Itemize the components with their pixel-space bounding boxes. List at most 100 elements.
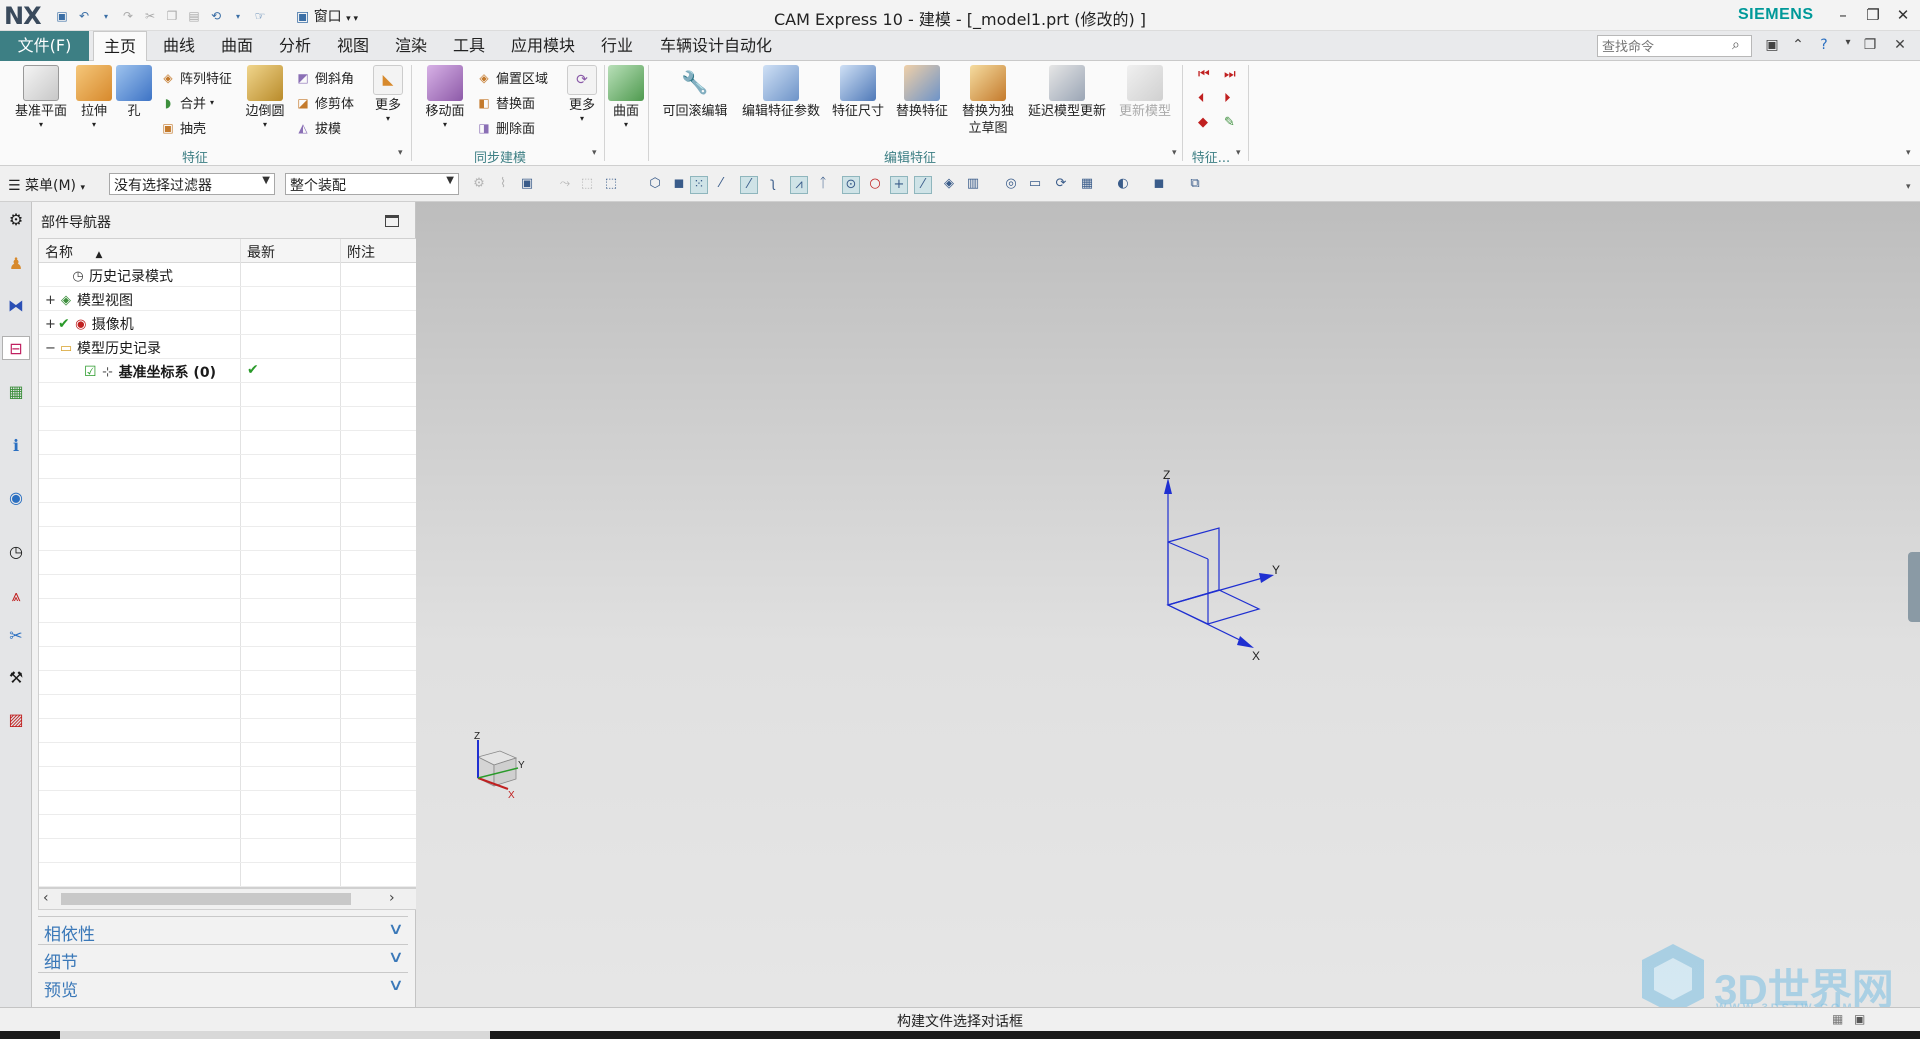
endpoint-icon[interactable]: ⁄: [712, 176, 730, 194]
navigator-row[interactable]: + ◈ 模型视图: [39, 287, 437, 311]
next-feature-icon[interactable]: ⏵: [1224, 91, 1231, 106]
previous-feature-icon[interactable]: ⏴: [1198, 91, 1205, 106]
chamfer-button[interactable]: ◩ 倒斜角: [295, 68, 354, 88]
visibility-checkbox[interactable]: ✔: [58, 316, 70, 332]
paste-icon[interactable]: ▤: [184, 6, 204, 26]
tab-tools[interactable]: 工具: [443, 31, 495, 61]
fit-view-icon[interactable]: ◎: [1002, 176, 1020, 194]
cut-icon[interactable]: ✂: [140, 6, 160, 26]
feature-dimension-button[interactable]: 特征尺寸: [830, 65, 886, 120]
visibility-checkbox[interactable]: ☑: [84, 364, 97, 380]
manufacturing-wizard-icon[interactable]: ✂: [4, 624, 28, 648]
selection-scope-select[interactable]: 整个装配 ▼: [285, 173, 459, 195]
navigator-row[interactable]: ☑ ⊹ 基准坐标系 (0) ✔: [39, 359, 437, 383]
rectangle-select-icon[interactable]: ⬚: [602, 176, 620, 194]
right-edge-handle[interactable]: [1908, 552, 1920, 622]
tab-render[interactable]: 渲染: [385, 31, 437, 61]
orient-view-icon[interactable]: ▦: [1078, 176, 1096, 194]
midpoint-icon[interactable]: ⁄: [740, 176, 758, 194]
unite-button[interactable]: ◗ 合并 ▾: [160, 93, 214, 113]
preview-panel[interactable]: 预览 ∨: [38, 972, 408, 1001]
column-notes[interactable]: 附注: [347, 242, 375, 262]
zoom-icon[interactable]: ▭: [1026, 176, 1044, 194]
column-latest[interactable]: 最新: [247, 242, 275, 262]
tab-analysis[interactable]: 分析: [269, 31, 321, 61]
tab-application[interactable]: 应用模块: [501, 31, 585, 61]
repeat-command-icon[interactable]: ⟲: [206, 6, 226, 26]
history-icon[interactable]: ◷: [4, 540, 28, 564]
general-selection-icon[interactable]: ⌇: [494, 176, 512, 194]
constraint-navigator-icon[interactable]: ⧓: [4, 294, 28, 318]
graphics-window[interactable]: Z Y X Z Y X: [416, 202, 1920, 1007]
column-name[interactable]: 名称 ▲: [45, 242, 102, 262]
rotate-icon[interactable]: ⟳: [1052, 176, 1070, 194]
part-navigator-icon[interactable]: ⊟: [2, 336, 30, 360]
delete-face-button[interactable]: ◨ 删除面: [476, 118, 535, 138]
arc-center-icon[interactable]: ᛏ: [814, 176, 832, 194]
search-icon[interactable]: ⌕: [1732, 37, 1740, 53]
minimize-button[interactable]: –: [1830, 3, 1856, 27]
point-on-face-icon[interactable]: ⁄: [914, 176, 932, 194]
restore-window-icon[interactable]: ❐: [1860, 37, 1880, 57]
edge-blend-button[interactable]: 边倒圆 ▾: [240, 65, 290, 129]
command-search-input[interactable]: [1597, 35, 1752, 57]
circle-center-icon[interactable]: ⊙: [842, 176, 860, 194]
scrollbar-thumb[interactable]: [61, 893, 351, 905]
existing-point-icon[interactable]: ▥: [964, 176, 982, 194]
navigator-row[interactable]: − ▭ 模型历史记录: [39, 335, 437, 359]
delay-update-button[interactable]: 延迟模型更新: [1024, 65, 1110, 120]
hd3d-tools-icon[interactable]: ℹ: [4, 434, 28, 458]
gear-icon[interactable]: ⚙: [4, 208, 28, 232]
tab-vehicle-design[interactable]: 车辆设计自动化: [650, 31, 782, 61]
repeat-dropdown-icon[interactable]: ▾: [228, 6, 248, 26]
type-filter-select[interactable]: 没有选择过滤器 ▼: [109, 173, 275, 195]
select-solid-icon[interactable]: ◼: [670, 176, 688, 194]
expand-toggle-icon[interactable]: +: [45, 293, 56, 308]
shaded-icon[interactable]: ◼: [1150, 176, 1168, 194]
web-browser-icon[interactable]: ◉: [4, 486, 28, 510]
first-feature-icon[interactable]: ⏮: [1198, 67, 1210, 82]
help-icon[interactable]: ?: [1814, 37, 1834, 57]
select-faces-icon[interactable]: ⬚: [578, 176, 596, 194]
replace-with-sketch-button[interactable]: 替换为独 立草图: [958, 65, 1018, 137]
main-menu-button[interactable]: ☰ 菜单(M) ▾: [8, 175, 85, 195]
sync-more-button[interactable]: ⟳ 更多 ▾: [564, 65, 600, 123]
rollback-edit-button[interactable]: 🔧 可回滚编辑: [660, 65, 730, 120]
bounded-grid-icon[interactable]: ◈: [940, 176, 958, 194]
horizontal-scrollbar[interactable]: ‹ ›: [38, 888, 438, 910]
surface-button[interactable]: 曲面 ▾: [608, 65, 644, 129]
tab-home[interactable]: 主页: [93, 31, 148, 62]
save-icon[interactable]: ▣: [52, 6, 72, 26]
touch-mode-icon[interactable]: ☞: [250, 6, 270, 26]
move-face-button[interactable]: 移动面 ▾: [420, 65, 470, 129]
expand-toggle-icon[interactable]: −: [45, 341, 56, 356]
shell-button[interactable]: ▣ 抽壳: [160, 118, 206, 138]
draft-button[interactable]: ◭ 拔模: [295, 118, 341, 138]
roles-icon[interactable]: ⚒: [4, 666, 28, 690]
close-button[interactable]: ✕: [1890, 3, 1916, 27]
tab-surface[interactable]: 曲面: [211, 31, 263, 61]
tab-view[interactable]: 视图: [327, 31, 379, 61]
edit-feature-dropdown-icon[interactable]: ▾: [1172, 148, 1177, 158]
feature-group-dropdown-icon[interactable]: ▾: [398, 148, 403, 158]
extrude-button[interactable]: 拉伸 ▾: [74, 65, 114, 129]
maximize-panel-icon[interactable]: [385, 215, 399, 227]
tab-curve[interactable]: 曲线: [153, 31, 205, 61]
collapse-ribbon-icon[interactable]: ⌃: [1788, 37, 1808, 57]
help-dropdown-icon[interactable]: ▾: [1838, 37, 1858, 57]
navigator-row[interactable]: ◷ 历史记录模式: [39, 263, 437, 287]
details-panel[interactable]: 细节 ∨: [38, 944, 408, 973]
playback-dropdown-icon[interactable]: ▾: [1236, 148, 1241, 158]
close-part-icon[interactable]: ✕: [1890, 37, 1910, 57]
hole-button[interactable]: 孔: [114, 65, 154, 120]
feature-selection-icon[interactable]: ⚙: [470, 176, 488, 194]
undo-dropdown-icon[interactable]: ▾: [96, 6, 116, 26]
status-window-icon[interactable]: ▦: [1832, 1012, 1843, 1026]
expand-toggle-icon[interactable]: +: [45, 317, 56, 332]
navigator-row[interactable]: + ✔ ◉ 摄像机: [39, 311, 437, 335]
reuse-library-icon[interactable]: ▦: [4, 380, 28, 404]
datum-plane-button[interactable]: 基准平面 ▾: [10, 65, 72, 129]
update-model-button[interactable]: 更新模型: [1114, 65, 1176, 120]
select-all-icon[interactable]: ▣: [518, 176, 536, 194]
feature-more-button[interactable]: ◣ 更多 ▾: [370, 65, 406, 123]
